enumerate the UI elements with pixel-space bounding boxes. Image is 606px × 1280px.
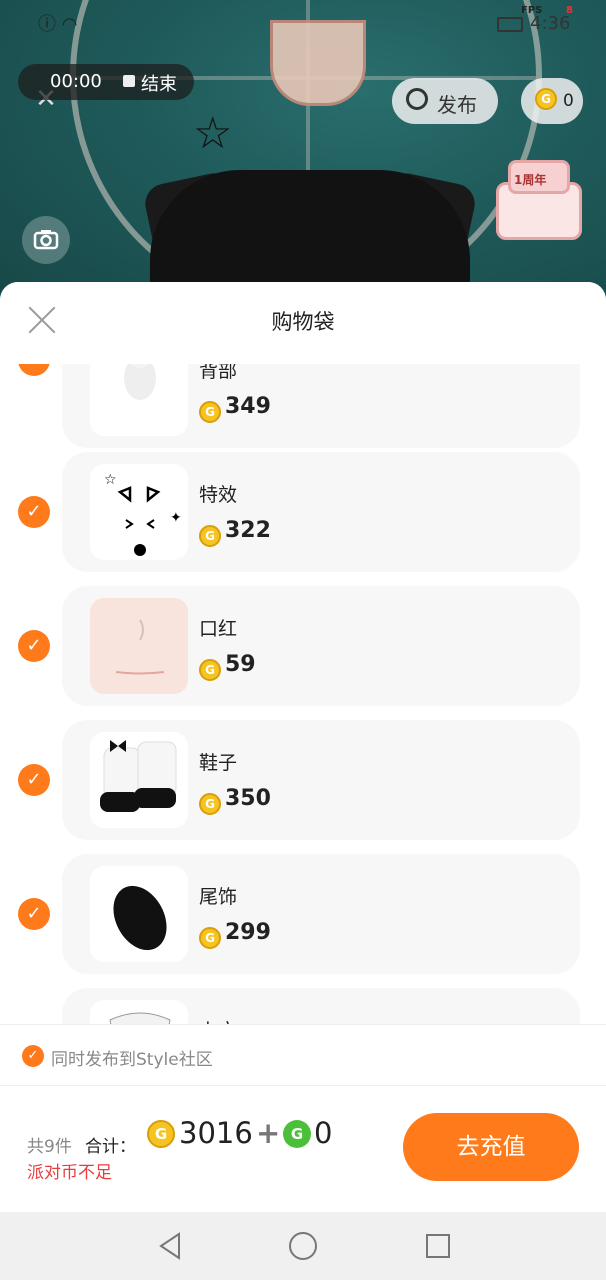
stop-icon	[123, 75, 135, 87]
anniversary-cake-icon[interactable]: 1周年	[496, 150, 582, 240]
back-icon[interactable]	[157, 1232, 183, 1260]
coin-balance-button[interactable]: G 0	[521, 78, 583, 124]
sync-label: 同时发布到Style社区	[51, 1050, 213, 1070]
cart-item-card[interactable]: 背部 G 349	[62, 364, 580, 448]
coin-balance: 0	[563, 91, 574, 111]
item-name: 上衣	[199, 1016, 237, 1024]
cart-item-back[interactable]: ✓ 背部 G349	[0, 364, 606, 448]
svg-text:☆: ☆	[104, 472, 117, 488]
cart-item-card[interactable]: ☆ ✦ 特效 G 322	[62, 452, 580, 572]
publish-button[interactable]: 发布	[392, 78, 498, 124]
insufficient-coins-warning: 派对币不足	[27, 1163, 112, 1183]
system-nav-bar	[0, 1212, 606, 1280]
checkout-footer: 共9件 合计： G 3016 + G 0 派对币不足 去充值	[0, 1086, 606, 1212]
recording-time: 00:00	[50, 71, 102, 92]
cart-item-card[interactable]: 鞋子 G 350	[62, 720, 580, 840]
total-coins: 3016	[179, 1116, 253, 1150]
game-scene: ☆ 1周年	[0, 0, 606, 300]
item-thumbnail	[90, 732, 188, 828]
home-icon[interactable]	[289, 1232, 317, 1260]
item-price: G 59	[199, 652, 256, 681]
item-thumbnail: ☆ ✦	[90, 464, 188, 560]
shopping-bag-sheet: 购物袋 ✓ 背部 G349 ✓ ☆	[0, 282, 606, 1212]
cart-item-shoes[interactable]: ✓ 鞋子 G 350	[0, 720, 606, 840]
check-icon[interactable]: ✓	[22, 1045, 44, 1067]
item-price: G 350	[199, 786, 271, 815]
cart-item-lipstick[interactable]: ✓ 口红 G 59	[0, 586, 606, 706]
recharge-button[interactable]: 去充值	[403, 1113, 579, 1181]
coin-icon: G	[199, 793, 221, 815]
check-icon[interactable]: ✓	[18, 764, 50, 796]
recents-icon[interactable]	[426, 1234, 450, 1258]
item-name: 特效	[199, 484, 238, 506]
cart-item-top[interactable]: ✓ 上衣	[0, 988, 606, 1024]
item-price: G 349	[199, 394, 271, 423]
check-icon[interactable]: ✓	[18, 496, 50, 528]
cart-item-effect[interactable]: ✓ ☆ ✦ 特效 G 322	[0, 452, 606, 572]
sync-to-community-row[interactable]: ✓ 同时发布到Style社区	[0, 1024, 606, 1086]
cart-item-card[interactable]: 尾饰 G 299	[62, 854, 580, 974]
cart-item-card[interactable]: 上衣	[62, 988, 580, 1024]
coin-icon: G	[147, 1120, 175, 1148]
publish-label: 发布	[437, 93, 477, 117]
item-name: 尾饰	[199, 886, 238, 908]
total-green: 0	[314, 1116, 333, 1150]
camera-icon	[33, 230, 59, 250]
svg-text:✦: ✦	[170, 510, 182, 526]
cart-list[interactable]: ✓ 背部 G349 ✓ ☆	[0, 364, 606, 1024]
item-price: G 322	[199, 518, 271, 547]
clock-time: 4:36	[530, 13, 571, 34]
item-price: G 299	[199, 920, 271, 949]
cart-item-tail[interactable]: ✓ 尾饰 G 299	[0, 854, 606, 974]
plus-sign: +	[256, 1116, 281, 1150]
star-decoration-icon: ☆	[193, 108, 233, 159]
status-bar: ⓘ ◠ FPS 8 4:36	[0, 0, 606, 44]
cake-flag-label: 1周年	[514, 173, 547, 187]
signal-wifi-icon: ⓘ ◠	[38, 14, 78, 35]
coin-icon: G	[199, 659, 221, 681]
check-icon[interactable]: ✓	[18, 364, 50, 376]
edit-icon	[406, 88, 428, 110]
item-thumbnail	[90, 866, 188, 962]
end-recording-button[interactable]: 结束	[141, 70, 177, 96]
green-coin-icon: G	[283, 1120, 311, 1148]
item-count: 共9件	[27, 1137, 72, 1157]
total-label: 合计：	[85, 1137, 136, 1157]
check-icon[interactable]: ✓	[18, 630, 50, 662]
coin-icon: G	[535, 88, 557, 110]
item-thumbnail	[90, 1000, 188, 1024]
sheet-header: 购物袋	[0, 282, 606, 360]
avatar-head	[150, 170, 470, 300]
cart-item-card[interactable]: 口红 G 59	[62, 586, 580, 706]
item-name: 鞋子	[199, 752, 238, 774]
coin-icon: G	[199, 525, 221, 547]
item-name: 背部	[199, 364, 238, 382]
item-name: 口红	[199, 618, 238, 640]
item-thumbnail	[90, 364, 188, 436]
camera-button[interactable]	[22, 216, 70, 264]
sheet-title: 购物袋	[271, 310, 335, 334]
coin-icon: G	[199, 927, 221, 949]
coin-icon: G	[199, 401, 221, 423]
item-thumbnail	[90, 598, 188, 694]
check-icon[interactable]: ✓	[18, 898, 50, 930]
battery-icon	[497, 17, 523, 32]
recording-pill[interactable]: 00:00 结束	[18, 64, 194, 100]
